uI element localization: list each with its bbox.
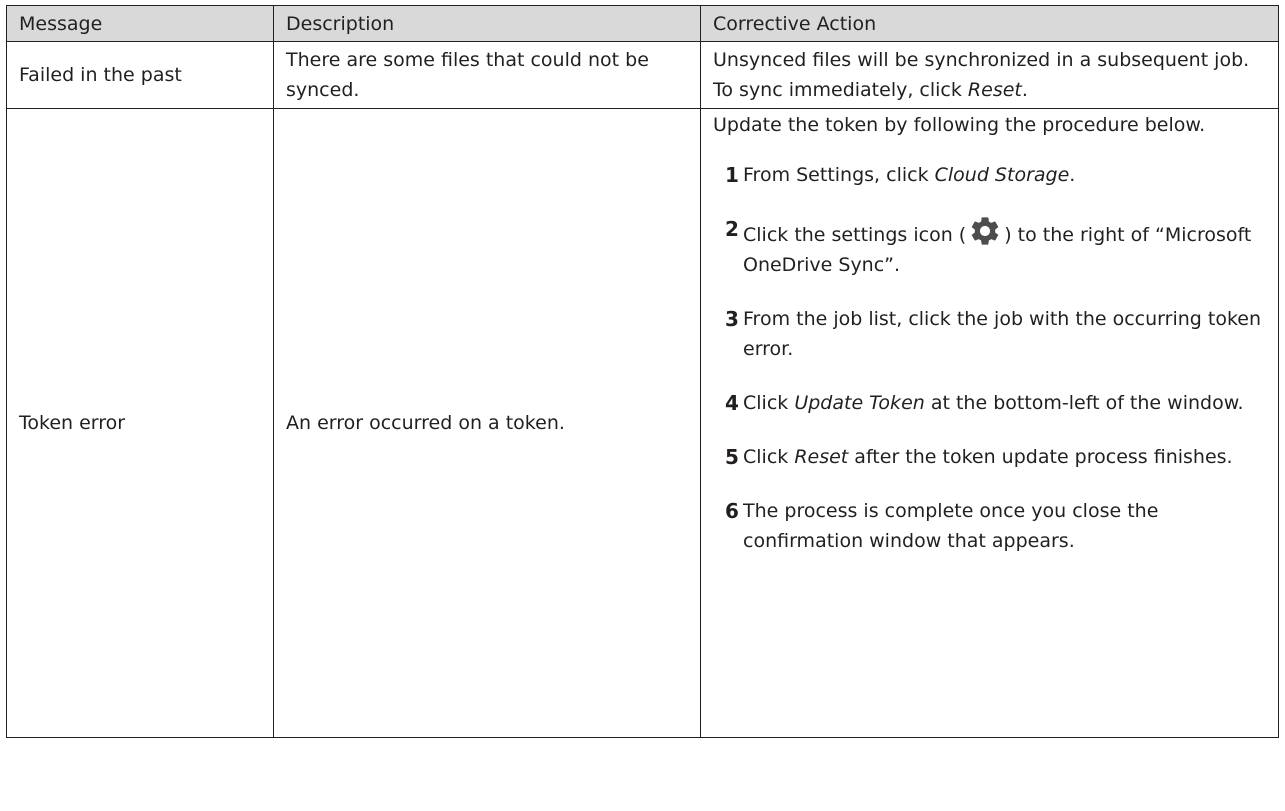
step-number: 4	[725, 391, 739, 415]
step-text: From the job list, click the job with th…	[743, 308, 1262, 360]
message-cell: Token error	[6, 108, 274, 738]
step-item: 5 Click Reset after the token update pro…	[725, 442, 1266, 472]
step-number: 1	[725, 163, 739, 187]
step-number: 6	[725, 499, 739, 523]
step-item: 6 The process is complete once you close…	[725, 496, 1266, 556]
description-cell: There are some files that could not be s…	[273, 41, 701, 109]
header-description: Description	[273, 5, 701, 42]
reset-reference: Reset	[794, 446, 849, 468]
update-token-reference: Update Token	[794, 392, 925, 414]
step-text-part: Click the settings icon (	[743, 224, 967, 246]
step-item: 2 Click the settings icon () to the righ…	[725, 214, 1266, 280]
step-item: 4 Click Update Token at the bottom-left …	[725, 388, 1266, 418]
header-row: Message Description Corrective Action	[6, 5, 1279, 42]
step-text-part: .	[1069, 164, 1076, 186]
step-text: Click Reset after the token update proce…	[743, 442, 1266, 472]
cloud-storage-reference: Cloud Storage	[934, 164, 1070, 186]
message-cell: Failed in the past	[6, 41, 274, 109]
step-text-part: at the bottom-left of the window.	[924, 392, 1244, 414]
step-text: Click the settings icon () to the right …	[743, 214, 1266, 280]
step-item: 1 From Settings, click Cloud Storage.	[725, 160, 1266, 190]
step-text-part: Click	[743, 446, 795, 468]
step-text-part: Click	[743, 392, 795, 414]
header-corrective-action: Corrective Action	[700, 5, 1279, 42]
corrective-action-cell: Unsynced files will be synchronized in a…	[700, 41, 1279, 109]
gear-icon	[968, 214, 1002, 245]
step-text-part: after the token update process finishes.	[848, 446, 1233, 468]
step-text-part: From Settings, click	[743, 164, 935, 186]
step-text: From Settings, click Cloud Storage.	[743, 160, 1266, 190]
message-table: Message Description Corrective Action Fa…	[6, 5, 1279, 738]
table-row: Token error An error occurred on a token…	[6, 108, 1279, 738]
step-item: 3 From the job list, click the job with …	[725, 304, 1266, 364]
step-number: 3	[725, 307, 739, 331]
reset-reference: Reset	[967, 79, 1022, 101]
corrective-action-cell: Update the token by following the proced…	[700, 108, 1279, 738]
description-cell: An error occurred on a token.	[273, 108, 701, 738]
table-row: Failed in the past There are some files …	[6, 41, 1279, 109]
procedure-steps: 1 From Settings, click Cloud Storage. 2 …	[713, 160, 1266, 556]
action-text-end: .	[1021, 79, 1028, 101]
step-text: Click Update Token at the bottom-left of…	[743, 388, 1266, 418]
step-text: The process is complete once you close t…	[743, 500, 1159, 552]
step-number: 2	[725, 217, 739, 241]
header-message: Message	[6, 5, 274, 42]
step-number: 5	[725, 445, 739, 469]
procedure-intro: Update the token by following the proced…	[713, 114, 1206, 136]
